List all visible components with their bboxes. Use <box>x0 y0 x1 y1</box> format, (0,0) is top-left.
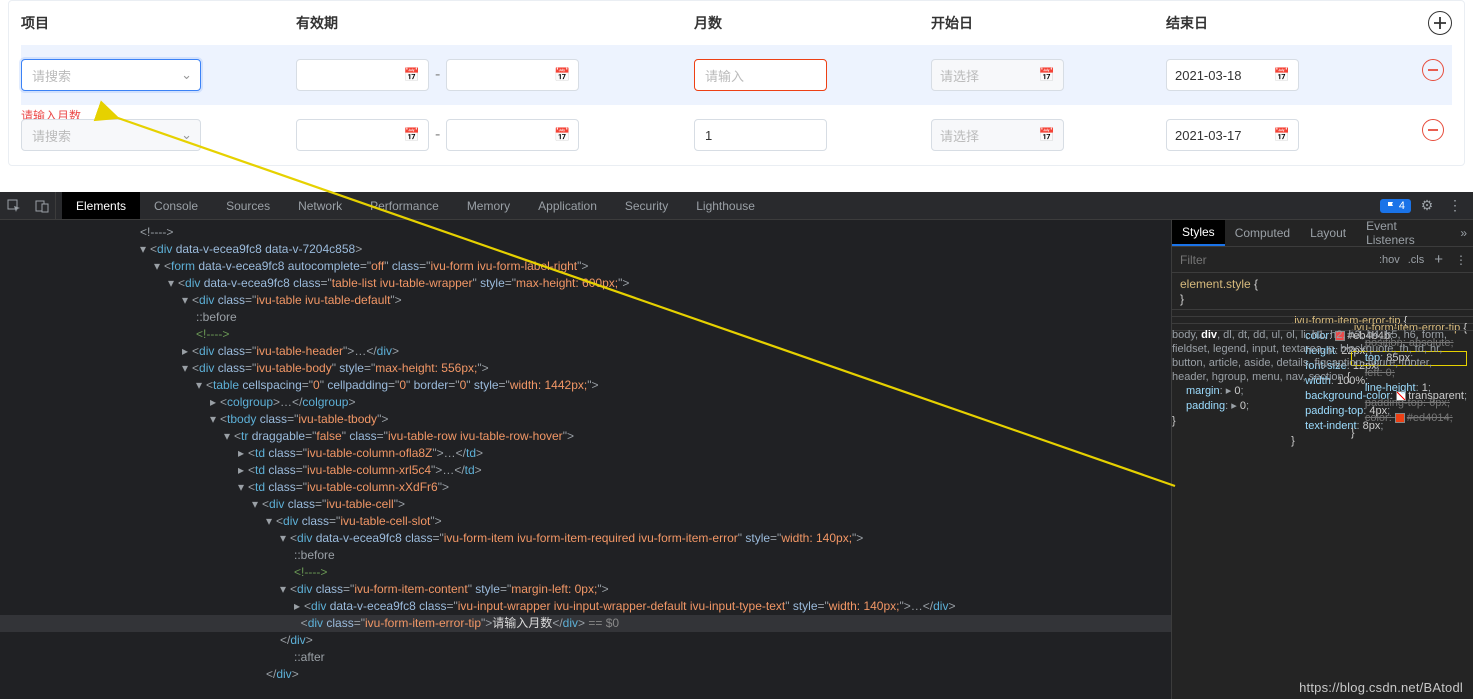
plus-icon <box>1433 16 1447 30</box>
minus-icon <box>1427 64 1439 76</box>
styles-more-icon[interactable]: ⋮ <box>1449 253 1473 267</box>
form-table: 项目 有效期 月数 开始日 结束日 请搜索 ⌄ 请输入 月数 📅 - 📅 <box>8 0 1465 166</box>
range-dash: - <box>435 126 440 144</box>
calendar-icon: 📅 <box>404 127 420 143</box>
styles-tab-styles[interactable]: Styles <box>1172 220 1225 246</box>
minus-icon <box>1427 124 1439 136</box>
devtools-toolbar: ElementsConsoleSourcesNetworkPerformance… <box>0 192 1473 220</box>
styles-tab-layout[interactable]: Layout <box>1300 220 1356 246</box>
start-date-input[interactable]: 请选择 📅 <box>931 59 1064 91</box>
calendar-icon: 📅 <box>1274 127 1290 143</box>
devtools-tabs: ElementsConsoleSourcesNetworkPerformance… <box>62 192 769 219</box>
valid-from-date[interactable]: 📅 <box>296 119 429 151</box>
styles-pane: Styles Computed Layout Event Listeners »… <box>1171 220 1473 699</box>
table-header-row: 项目 有效期 月数 开始日 结束日 <box>21 11 1452 45</box>
more-menu-icon[interactable]: ⋮ <box>1443 197 1467 214</box>
devtools-tab-console[interactable]: Console <box>140 192 212 219</box>
remove-row-button[interactable] <box>1422 119 1444 141</box>
valid-to-date[interactable]: 📅 <box>446 119 579 151</box>
cls-toggle[interactable]: .cls <box>1404 254 1429 266</box>
devtools-tab-sources[interactable]: Sources <box>212 192 284 219</box>
project-select[interactable]: 请搜索 ⌄ <box>21 59 201 91</box>
flag-icon <box>1386 201 1396 211</box>
devtools-tab-network[interactable]: Network <box>284 192 356 219</box>
valid-from-date[interactable]: 📅 <box>296 59 429 91</box>
header-end-date: 结束日 <box>1166 13 1428 33</box>
device-toolbar-icon[interactable] <box>28 192 56 220</box>
header-project: 项目 <box>21 13 296 33</box>
new-style-rule-icon[interactable]: + <box>1428 251 1449 268</box>
inspect-element-icon[interactable] <box>0 192 28 220</box>
devtools-tab-application[interactable]: Application <box>524 192 611 219</box>
calendar-icon: 📅 <box>1039 127 1055 143</box>
styles-filter-input[interactable] <box>1172 253 1375 267</box>
end-date-input[interactable]: 2021-03-17 📅 <box>1166 119 1299 151</box>
header-months: 月数 <box>694 13 931 33</box>
header-valid-period: 有效期 <box>296 13 694 33</box>
devtools-tab-elements[interactable]: Elements <box>62 192 140 219</box>
more-tabs-icon[interactable]: » <box>1454 226 1473 240</box>
watermark: https://blog.csdn.net/BAtodl <box>1299 680 1463 695</box>
error-count-badge[interactable]: 4 <box>1380 199 1411 213</box>
css-rules[interactable]: element.style {}.ivu-form-item-error-tip… <box>1172 273 1473 699</box>
table-row: 请搜索 ⌄ 请输入月数 📅 - 📅 请输入 请选择 📅 <box>21 45 1452 105</box>
calendar-icon: 📅 <box>554 67 570 83</box>
chevron-down-icon: ⌄ <box>181 67 192 83</box>
range-dash: - <box>435 66 440 84</box>
calendar-icon: 📅 <box>1039 67 1055 83</box>
styles-tab-event-listeners[interactable]: Event Listeners <box>1356 220 1454 246</box>
elements-dom-tree[interactable]: <!---->▾<div data-v-ecea9fc8 data-v-7204… <box>0 220 1171 699</box>
end-date-input[interactable]: 2021-03-18 📅 <box>1166 59 1299 91</box>
calendar-icon: 📅 <box>404 67 420 83</box>
remove-row-button[interactable] <box>1422 59 1444 81</box>
valid-to-date[interactable]: 📅 <box>446 59 579 91</box>
devtools-tab-performance[interactable]: Performance <box>356 192 453 219</box>
start-date-input[interactable]: 请选择 📅 <box>931 119 1064 151</box>
hov-toggle[interactable]: :hov <box>1375 254 1404 266</box>
devtools-panel: ElementsConsoleSourcesNetworkPerformance… <box>0 192 1473 699</box>
project-select[interactable]: 请搜索 ⌄ <box>21 119 201 151</box>
months-input[interactable]: 1 <box>694 119 827 151</box>
select-placeholder: 请搜索 <box>32 66 71 85</box>
select-placeholder: 请搜索 <box>32 126 71 145</box>
header-start-date: 开始日 <box>931 13 1166 33</box>
styles-tabs: Styles Computed Layout Event Listeners » <box>1172 220 1473 247</box>
settings-icon[interactable]: ⚙ <box>1415 197 1439 214</box>
months-input[interactable]: 请输入 <box>694 59 827 91</box>
table-row: 请搜索 ⌄ 📅 - 📅 1 请选择 📅 2021- <box>21 105 1452 165</box>
devtools-tab-memory[interactable]: Memory <box>453 192 524 219</box>
calendar-icon: 📅 <box>1274 67 1290 83</box>
calendar-icon: 📅 <box>554 127 570 143</box>
chevron-down-icon: ⌄ <box>181 127 192 143</box>
devtools-tab-lighthouse[interactable]: Lighthouse <box>682 192 769 219</box>
add-row-button[interactable] <box>1428 11 1452 35</box>
styles-tab-computed[interactable]: Computed <box>1225 220 1300 246</box>
devtools-tab-security[interactable]: Security <box>611 192 682 219</box>
